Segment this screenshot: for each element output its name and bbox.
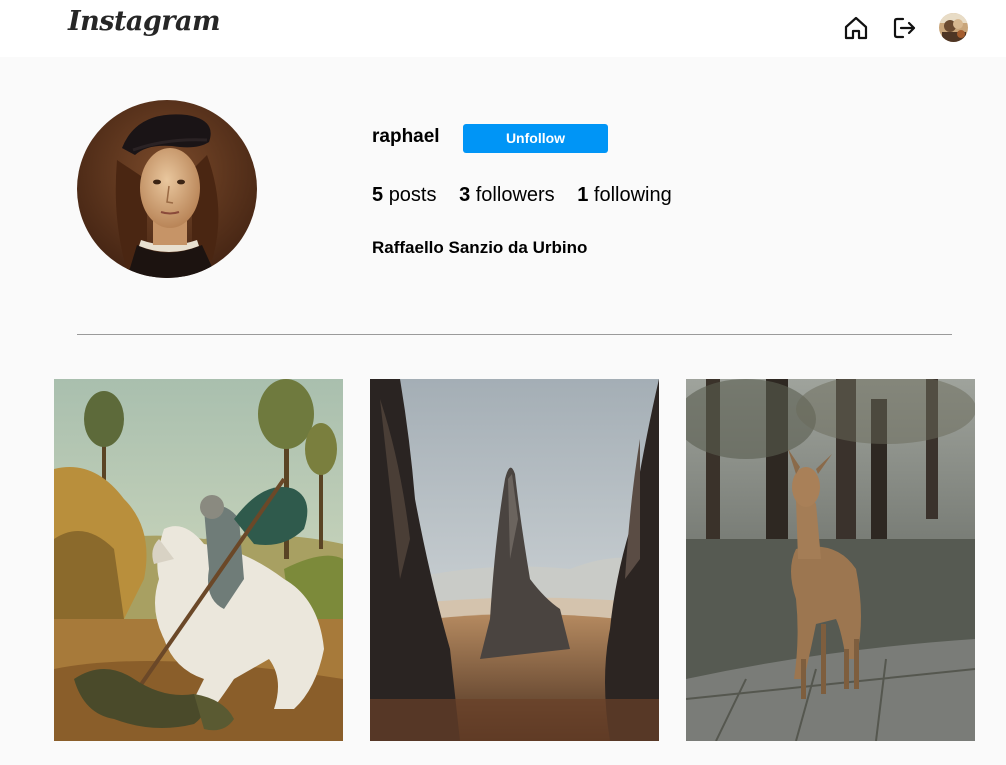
posts-label: posts — [388, 184, 437, 206]
logout-icon[interactable] — [891, 14, 919, 42]
followers-stat[interactable]: 3 followers — [459, 184, 555, 206]
profile-picture — [77, 100, 257, 278]
instagram-logo[interactable]: Instagram — [68, 6, 221, 37]
profile-full-name: Raffaello Sanzio da Urbino — [372, 238, 588, 257]
post-thumbnail[interactable] — [686, 379, 975, 741]
unfollow-button[interactable]: Unfollow — [463, 124, 608, 153]
profile-stats: 5 posts 3 followers 1 following — [372, 182, 689, 208]
following-count: 1 — [577, 184, 589, 206]
following-stat[interactable]: 1 following — [577, 184, 672, 206]
top-navigation-bar: Instagram — [0, 0, 1006, 57]
posts-stat: 5 posts — [372, 184, 437, 206]
followers-count: 3 — [459, 184, 471, 206]
post-thumbnail[interactable] — [54, 379, 343, 741]
following-label: following — [593, 184, 672, 206]
posts-count: 5 — [372, 184, 384, 206]
home-icon[interactable] — [842, 14, 870, 42]
profile-username: raphael — [372, 126, 440, 147]
avatar[interactable] — [939, 13, 968, 42]
section-divider — [77, 334, 952, 335]
followers-label: followers — [475, 184, 555, 206]
post-thumbnail[interactable] — [370, 379, 659, 741]
